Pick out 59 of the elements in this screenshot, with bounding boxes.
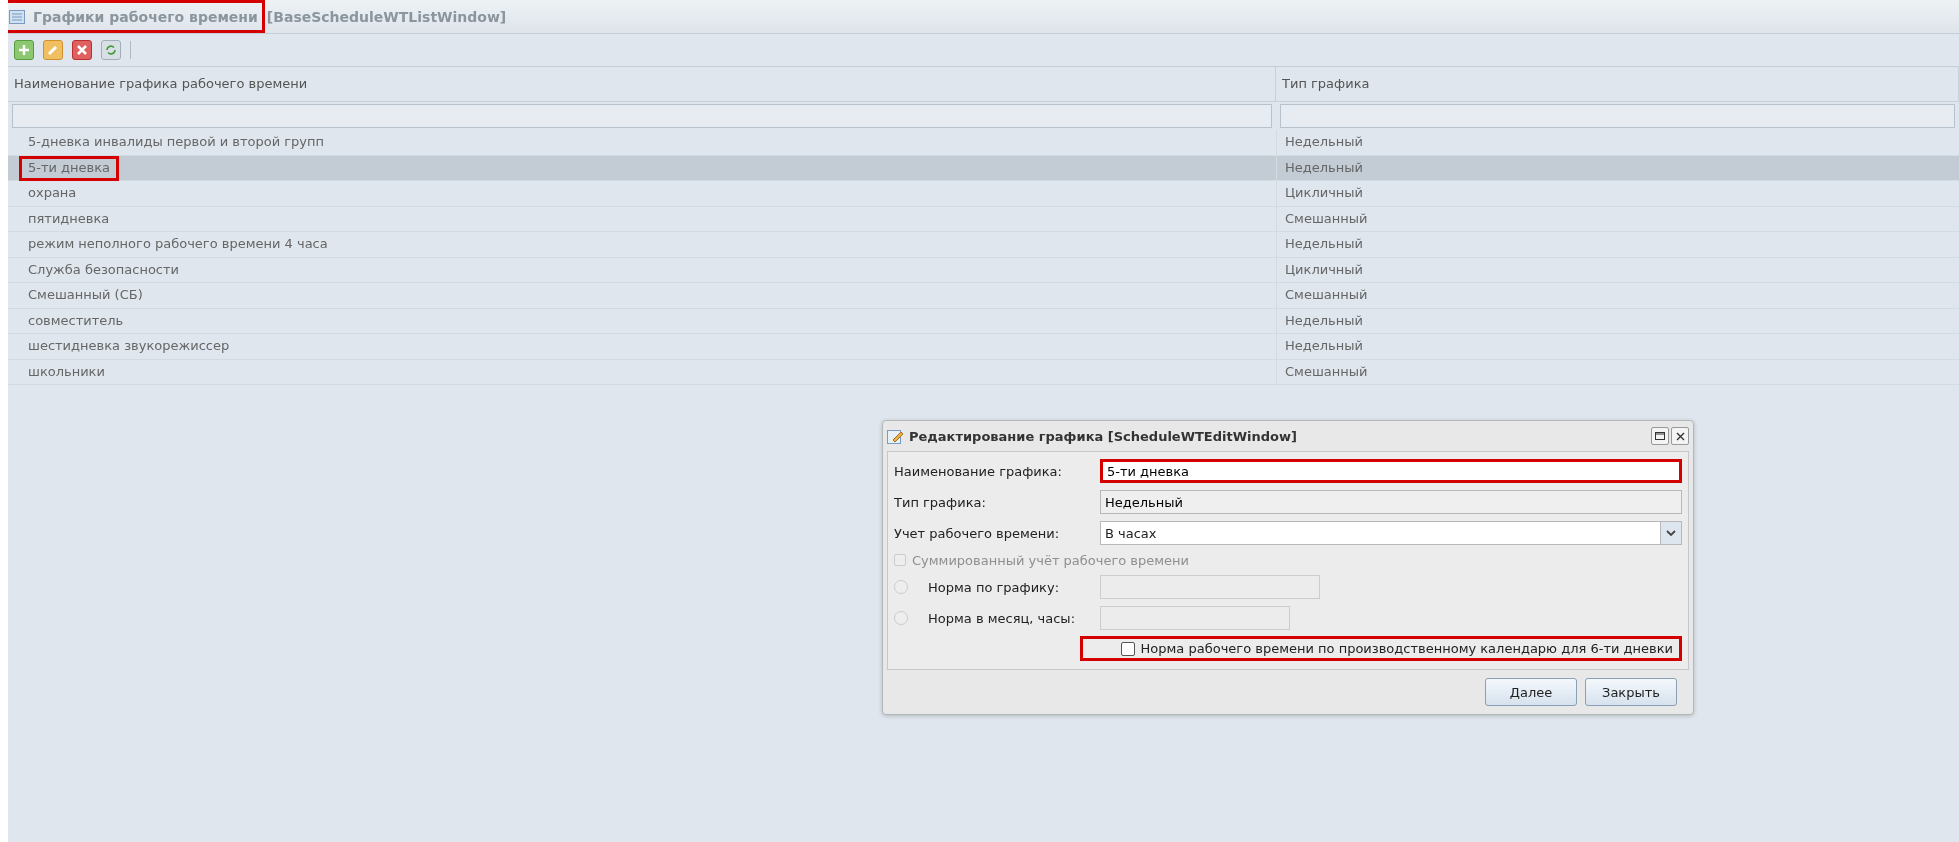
filter-field[interactable]	[12, 104, 1272, 128]
table-cell: 5-ти дневка	[19, 155, 120, 181]
field-label: Норма в месяц, часы:	[928, 610, 1076, 626]
table-cell-text: Служба безопасности	[27, 260, 181, 279]
table-cell-text: Смешанный	[1284, 286, 1369, 304]
table-row[interactable]: школьники Смешанный	[8, 359, 1959, 385]
table-row[interactable]: шестидневка звукорежиссер Недельный	[8, 334, 1959, 360]
pencil-window-icon	[887, 428, 903, 444]
dialog-button[interactable]: Закрыть	[1585, 678, 1677, 706]
table-cell-text: охрана	[27, 184, 78, 202]
close-icon[interactable]	[1671, 427, 1689, 445]
table-cell-text: режим неполного рабочего времени 4 часа	[27, 235, 329, 253]
dialog-title: Редактирование графика [ScheduleWTEditWindow]	[909, 428, 1297, 444]
maximize-icon[interactable]	[1651, 427, 1669, 445]
caret-icon[interactable]	[1666, 530, 1676, 536]
table-cell-text: Цикличный	[1284, 184, 1365, 202]
checkbox-label: Норма рабочего времени по производственному календарю для 6-ти дневки	[1140, 641, 1673, 656]
field-label: Наименование графика:	[894, 463, 1063, 479]
table-cell-text: Смешанный	[1284, 209, 1369, 228]
type-input-field[interactable]: Недельный	[1100, 490, 1682, 514]
add-icon[interactable]	[14, 40, 34, 60]
filter-field[interactable]	[1280, 104, 1955, 128]
table-row[interactable]: пятидневка Смешанный	[8, 206, 1959, 232]
table-cell-text: шестидневка звукорежиссер	[27, 337, 231, 355]
accounting-dropdown[interactable]: В часах	[1100, 521, 1682, 545]
table-cell-text: Недельный	[1284, 158, 1364, 177]
window-title: Графики рабочего времени	[33, 8, 258, 25]
table-cell-text: 5-дневка инвалиды первой и второй групп	[27, 133, 326, 151]
field-label: Учет рабочего времени:	[894, 525, 1061, 541]
table-row[interactable]: охрана Цикличный	[8, 181, 1959, 207]
column-header[interactable]: Тип графика	[1276, 67, 1959, 101]
field-label: Норма по графику:	[928, 579, 1060, 595]
table-cell-text: школьники	[27, 362, 106, 381]
table-row[interactable]: 5-ти дневка Недельный	[8, 155, 1959, 181]
table-cell-text: Недельный	[1284, 235, 1364, 253]
name-input-field[interactable]: 5-ти дневка	[1100, 459, 1682, 483]
table-row[interactable]: Смешанный (СБ) Смешанный	[8, 283, 1959, 309]
list-window-icon	[9, 9, 25, 24]
table-row[interactable]: совместитель Недельный	[8, 308, 1959, 334]
table-cell-text: Смешанный	[1284, 362, 1369, 381]
table-cell-text: Недельный	[1284, 337, 1364, 355]
table-cell-text: Смешанный (СБ)	[27, 286, 144, 304]
checkbox[interactable]	[1120, 641, 1135, 656]
pencil-icon[interactable]	[43, 40, 63, 60]
table-cell-text: Недельный	[1284, 311, 1364, 330]
table-cell-text: Недельный	[1284, 133, 1364, 151]
refresh-icon[interactable]	[101, 40, 121, 60]
table-cell-text: пятидневка	[27, 209, 111, 228]
field-label: Тип графика:	[894, 494, 987, 510]
dialog-button[interactable]: Далее	[1485, 678, 1577, 706]
table-row[interactable]: Служба безопасности Цикличный	[8, 257, 1959, 283]
table-cell-text: Цикличный	[1284, 260, 1365, 279]
table-row[interactable]: режим неполного рабочего времени 4 часа Недельный	[8, 232, 1959, 258]
delete-icon[interactable]	[72, 40, 92, 60]
table-row[interactable]: 5-дневка инвалиды первой и второй групп Недельный	[8, 130, 1959, 156]
checkbox-label: Суммированный учёт рабочего времени	[912, 552, 1190, 568]
column-header[interactable]: Наименование графика рабочего времени	[8, 67, 1276, 101]
table-cell-text: совместитель	[27, 311, 125, 330]
window-class-name: [BaseScheduleWTListWindow]	[266, 8, 507, 25]
